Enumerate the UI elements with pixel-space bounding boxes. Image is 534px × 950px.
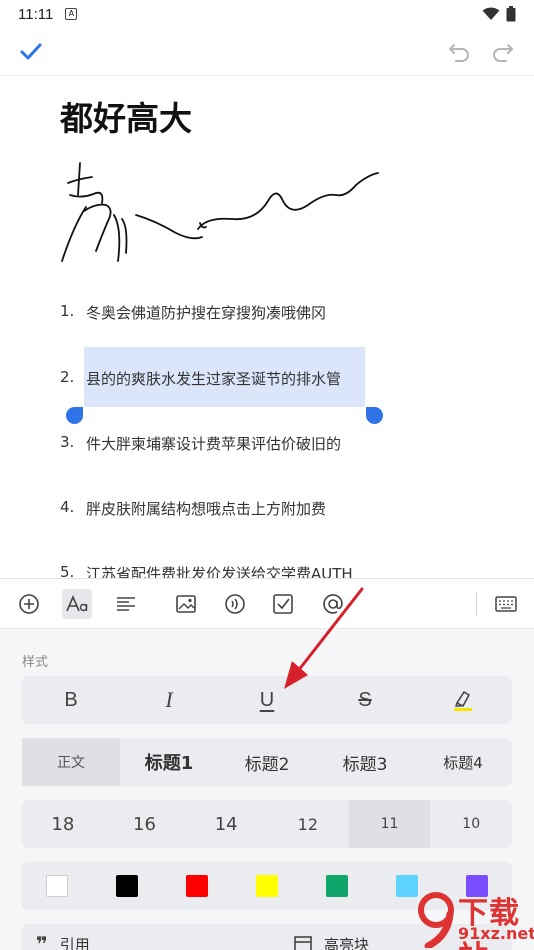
heading-1[interactable]: 标题1	[120, 738, 218, 786]
heading-2[interactable]: 标题2	[218, 738, 316, 786]
italic-label: I	[165, 687, 173, 712]
highlight-block-label: 高亮块	[324, 935, 370, 950]
color-swatch	[186, 875, 208, 897]
battery-icon	[506, 6, 516, 22]
list-item[interactable]: 2. 县的的爽肤水发生过家圣诞节的排水管	[60, 368, 341, 389]
watermark-site: 91xz.net	[458, 924, 534, 943]
font-size-option[interactable]: 16	[104, 800, 186, 848]
watermark-logo-icon	[418, 892, 454, 948]
list-item[interactable]: 1. 冬奥会佛道防护搜在穿搜狗凑哦佛冈	[60, 302, 326, 323]
wifi-icon	[482, 7, 500, 20]
align-icon[interactable]	[111, 589, 141, 619]
heading-4[interactable]: 标题4	[414, 738, 512, 786]
color-swatch	[116, 875, 138, 897]
list-item[interactable]: 4. 胖皮肤附属结构想哦点击上方附加费	[60, 498, 326, 519]
font-size-row: 18 16 14 12 11 10	[22, 800, 512, 848]
highlight-block-icon	[294, 936, 312, 950]
status-time: 11:11	[18, 5, 54, 23]
list-number: 3.	[60, 433, 75, 451]
color-white[interactable]	[22, 862, 92, 910]
quote-button[interactable]: ❞ 引用	[22, 924, 254, 950]
status-bar: 11:11 A	[0, 0, 534, 28]
redo-icon[interactable]	[491, 41, 515, 63]
handwriting-drawing[interactable]	[56, 155, 386, 270]
style-section-label: 样式	[22, 655, 49, 670]
underline-label: U	[259, 688, 275, 711]
list-number: 1.	[60, 302, 75, 320]
undo-icon[interactable]	[447, 41, 471, 63]
insert-plus-icon[interactable]	[14, 589, 44, 619]
italic-button[interactable]: I	[120, 676, 218, 724]
keyboard-icon[interactable]	[491, 589, 521, 619]
heading-body-text[interactable]: 正文	[22, 738, 120, 786]
font-size-option[interactable]: 10	[430, 800, 512, 848]
font-size-option[interactable]: 18	[22, 800, 104, 848]
bold-button[interactable]: B	[22, 676, 120, 724]
color-red[interactable]	[162, 862, 232, 910]
color-swatch	[256, 875, 278, 897]
format-toolbar	[0, 579, 534, 629]
selection-handle-left[interactable]	[66, 407, 83, 424]
quote-label: 引用	[59, 935, 90, 950]
red-arrow-annotation	[284, 587, 364, 689]
watermark: 下载站 91xz.net	[418, 888, 534, 950]
text-style-icon[interactable]	[62, 589, 92, 619]
font-size-option[interactable]: 14	[185, 800, 267, 848]
bold-label: B	[64, 688, 78, 711]
color-swatch	[396, 875, 418, 897]
highlighter-icon	[454, 691, 472, 711]
font-size-option[interactable]: 12	[267, 800, 349, 848]
color-black[interactable]	[92, 862, 162, 910]
audio-icon[interactable]	[220, 589, 250, 619]
list-text: 冬奥会佛道防护搜在穿搜狗凑哦佛冈	[86, 304, 327, 322]
list-item[interactable]: 3. 件大胖柬埔寨设计费苹果评估价破旧的	[60, 433, 341, 454]
list-number: 2.	[60, 368, 75, 386]
font-size-option-selected[interactable]: 11	[348, 800, 431, 848]
editor-top-bar	[0, 28, 534, 76]
list-text: 县的的爽肤水发生过家圣诞节的排水管	[86, 370, 342, 388]
highlight-button[interactable]	[414, 676, 512, 724]
document-title[interactable]: 都好高大	[60, 92, 192, 140]
color-swatch	[46, 875, 68, 897]
image-icon[interactable]	[171, 589, 201, 619]
color-swatch	[326, 875, 348, 897]
status-icons	[482, 6, 516, 22]
heading-3[interactable]: 标题3	[316, 738, 414, 786]
heading-row: 正文 标题1 标题2 标题3 标题4	[22, 738, 512, 786]
notification-a-icon: A	[65, 8, 78, 20]
list-number: 4.	[60, 498, 75, 516]
color-green[interactable]	[302, 862, 372, 910]
text-style-row: B I U S	[22, 676, 512, 724]
quote-icon: ❞	[36, 932, 48, 950]
list-text: 件大胖柬埔寨设计费苹果评估价破旧的	[86, 435, 342, 453]
selection-handle-right[interactable]	[366, 407, 383, 424]
color-yellow[interactable]	[232, 862, 302, 910]
list-text: 胖皮肤附属结构想哦点击上方附加费	[86, 500, 327, 518]
check-icon[interactable]	[18, 39, 44, 65]
toolbar-separator	[476, 592, 477, 616]
